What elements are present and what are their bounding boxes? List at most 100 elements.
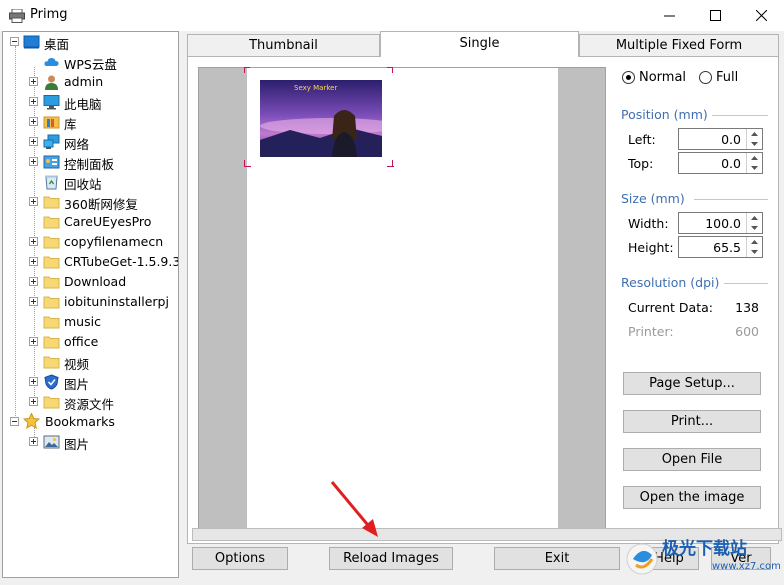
radio-label: Full	[716, 70, 739, 85]
expand-icon[interactable]	[29, 297, 38, 306]
tree-item-folder[interactable]: copyfilenamecn	[3, 232, 178, 252]
divider	[724, 283, 768, 284]
tree-item-folder[interactable]: music	[3, 312, 178, 332]
folder-icon	[43, 196, 60, 209]
folder-tree[interactable]: 桌面 WPS云盘 admin 此电脑 库 网络 控制面板 回收站 360断网修复	[2, 31, 179, 578]
tab-multiple-fixed-form[interactable]: Multiple Fixed Form	[579, 34, 779, 56]
computer-icon	[43, 95, 60, 110]
tree-item-recycle-bin[interactable]: 回收站	[3, 172, 178, 192]
spin-buttons[interactable]	[746, 237, 762, 257]
exit-button[interactable]: Exit	[494, 547, 620, 570]
maximize-icon	[709, 10, 721, 21]
folder-icon	[43, 256, 60, 269]
tree-item-folder[interactable]: 视频	[3, 352, 178, 372]
spin-up-icon[interactable]	[747, 237, 762, 247]
maximize-button[interactable]	[692, 0, 738, 31]
tree-item-label: 视频	[64, 357, 90, 372]
expand-icon[interactable]	[29, 77, 38, 86]
tree-item-label: CRTubeGet-1.5.9.3-	[64, 254, 179, 269]
control-panel-icon	[43, 155, 60, 169]
radio-checked[interactable]	[622, 71, 635, 84]
open-file-button[interactable]: Open File	[623, 448, 761, 471]
spin-buttons[interactable]	[746, 213, 762, 233]
print-button[interactable]: Print...	[623, 410, 761, 433]
radio-unchecked[interactable]	[699, 71, 712, 84]
picture-icon	[43, 435, 60, 449]
tree-item-admin[interactable]: admin	[3, 72, 178, 92]
divider	[712, 115, 768, 116]
left-spinbox[interactable]: 0.0	[678, 128, 763, 150]
tab-thumbnail[interactable]: Thumbnail	[187, 34, 380, 56]
tree-item-folder[interactable]: CareUEyesPro	[3, 212, 178, 232]
tree-item-label: 360断网修复	[64, 197, 138, 212]
tree-item-folder[interactable]: 资源文件	[3, 392, 178, 412]
printer-icon	[9, 9, 25, 23]
reload-images-button[interactable]: Reload Images	[329, 547, 453, 570]
collapse-icon[interactable]	[10, 417, 19, 426]
expand-icon[interactable]	[29, 97, 38, 106]
main-pane: Thumbnail Single Multiple Fixed Form Sex…	[181, 31, 784, 582]
single-tab-panel: Sexy Marker Normal Full Position (mm) Le…	[187, 56, 779, 544]
folder-icon	[43, 236, 60, 249]
minimize-button[interactable]	[646, 0, 692, 31]
expand-icon[interactable]	[29, 437, 38, 446]
spin-up-icon[interactable]	[747, 213, 762, 223]
tree-item-folder[interactable]: Download	[3, 272, 178, 292]
tree-item-folder[interactable]: iobituninstallerpj	[3, 292, 178, 312]
expand-icon[interactable]	[29, 197, 38, 206]
tree-item-folder[interactable]: 360断网修复	[3, 192, 178, 212]
width-spinbox[interactable]: 100.0	[678, 212, 763, 234]
expand-icon[interactable]	[29, 377, 38, 386]
tree-item-bookmarks[interactable]: Bookmarks	[3, 412, 178, 432]
tree-item-folder[interactable]: CRTubeGet-1.5.9.3-	[3, 252, 179, 272]
tree-item-desktop[interactable]: 桌面	[3, 32, 178, 52]
watermark-logo-icon: 极光下载站 www.xz7.com	[626, 538, 781, 575]
mode-full-radio[interactable]: Full	[699, 70, 738, 85]
height-spinbox[interactable]: 65.5	[678, 236, 763, 258]
expand-icon[interactable]	[29, 337, 38, 346]
tab-single[interactable]: Single	[380, 31, 579, 57]
height-label: Height:	[628, 240, 674, 255]
spin-down-icon[interactable]	[747, 139, 762, 149]
spin-buttons[interactable]	[746, 129, 762, 149]
watermark-logo: 极光下载站 www.xz7.com	[622, 527, 784, 582]
spin-down-icon[interactable]	[747, 163, 762, 173]
spin-down-icon[interactable]	[747, 223, 762, 233]
open-image-button[interactable]: Open the image	[623, 486, 761, 509]
crop-mark	[244, 166, 251, 167]
tree-item-bookmark-pictures[interactable]: 图片	[3, 432, 178, 452]
print-preview[interactable]: Sexy Marker	[198, 67, 606, 537]
shield-folder-icon	[44, 374, 59, 390]
spin-buttons[interactable]	[746, 153, 762, 173]
tree-item-folder[interactable]: office	[3, 332, 178, 352]
library-icon	[43, 116, 60, 129]
network-icon	[43, 134, 60, 149]
settings-panel: Normal Full Position (mm) Left: 0.0 Top:…	[614, 65, 774, 539]
mode-normal-radio[interactable]: Normal	[622, 70, 686, 85]
spin-up-icon[interactable]	[747, 129, 762, 139]
tree-item-pictures[interactable]: 图片	[3, 372, 178, 392]
expand-icon[interactable]	[29, 137, 38, 146]
close-button[interactable]	[738, 0, 784, 31]
tree-item-library[interactable]: 库	[3, 112, 178, 132]
spin-up-icon[interactable]	[747, 153, 762, 163]
top-spinbox[interactable]: 0.0	[678, 152, 763, 174]
expand-icon[interactable]	[29, 257, 38, 266]
tree-item-this-pc[interactable]: 此电脑	[3, 92, 178, 112]
spin-down-icon[interactable]	[747, 247, 762, 257]
expand-icon[interactable]	[29, 117, 38, 126]
tree-item-control-panel[interactable]: 控制面板	[3, 152, 178, 172]
expand-icon[interactable]	[29, 397, 38, 406]
page-setup-button[interactable]: Page Setup...	[623, 372, 761, 395]
desktop-icon	[23, 35, 40, 49]
collapse-icon[interactable]	[10, 37, 19, 46]
options-button[interactable]: Options	[192, 547, 288, 570]
tree-item-network[interactable]: 网络	[3, 132, 178, 152]
minimize-icon	[663, 15, 675, 17]
expand-icon[interactable]	[29, 157, 38, 166]
tree-item-wps-cloud[interactable]: WPS云盘	[3, 52, 178, 72]
expand-icon[interactable]	[29, 237, 38, 246]
tree-item-label: 控制面板	[64, 157, 115, 172]
recycle-bin-icon	[45, 175, 58, 190]
expand-icon[interactable]	[29, 277, 38, 286]
